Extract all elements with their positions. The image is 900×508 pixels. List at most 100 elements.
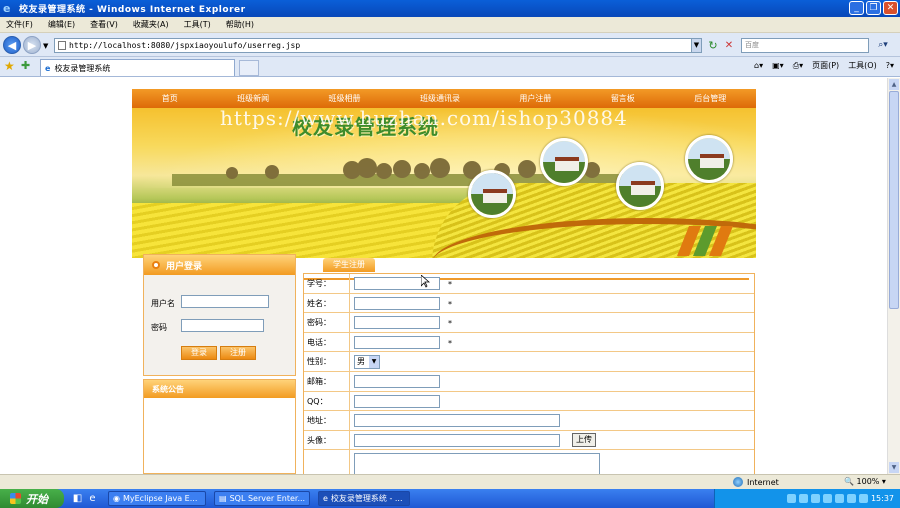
username-input[interactable] bbox=[181, 295, 269, 308]
email-input[interactable] bbox=[354, 374, 440, 388]
myeclipse-icon: ◉ bbox=[113, 494, 120, 503]
bullet-icon bbox=[152, 261, 160, 269]
back-button[interactable]: ◀ bbox=[3, 36, 21, 54]
qq-input[interactable] bbox=[354, 394, 440, 408]
upload-button[interactable]: 上传 bbox=[572, 432, 596, 447]
ie-quicklaunch-icon[interactable]: e bbox=[86, 492, 99, 505]
scroll-thumb[interactable] bbox=[889, 91, 899, 309]
zoom-level[interactable]: 🔍 100% ▾ bbox=[844, 477, 886, 486]
password-label: 密码： bbox=[304, 313, 350, 332]
register-form: 学号： * 姓名： * 密码： * 电话： * 性别： 男 ▼ 邮箱： QQ： … bbox=[303, 273, 755, 474]
minimize-button[interactable]: _ bbox=[849, 1, 864, 15]
scroll-up-icon[interactable]: ▲ bbox=[889, 79, 899, 90]
required-mark: * bbox=[448, 299, 452, 309]
address-label: 地址： bbox=[304, 411, 350, 430]
qq-label: QQ： bbox=[304, 391, 350, 411]
nav-class-news[interactable]: 班级新闻 bbox=[237, 93, 269, 104]
tray-antivirus-icon[interactable] bbox=[810, 494, 820, 503]
print-icon[interactable]: ⎙▾ bbox=[793, 61, 803, 71]
menu-edit[interactable]: 编辑(E) bbox=[48, 19, 75, 30]
add-favorite-icon[interactable]: ✚ bbox=[21, 59, 30, 72]
tools-menu[interactable]: 工具(O) bbox=[848, 60, 877, 71]
phone-input[interactable] bbox=[354, 335, 440, 349]
tray-volume-icon[interactable] bbox=[798, 494, 808, 503]
address-input[interactable]: http://localhost:8080/jspxiaoyoulufo/use… bbox=[54, 38, 702, 53]
address-dropdown-icon[interactable]: ▼ bbox=[691, 39, 701, 52]
stop-icon[interactable]: ✕ bbox=[722, 38, 736, 53]
window-title: 校友录管理系统 - Windows Internet Explorer bbox=[19, 5, 246, 15]
student-id-label: 学号： bbox=[304, 274, 350, 293]
menu-tools[interactable]: 工具(T) bbox=[184, 19, 211, 30]
search-icon[interactable]: ⌕▾ bbox=[872, 38, 894, 53]
photo-house-icon bbox=[540, 138, 588, 186]
tray-network-icon[interactable] bbox=[786, 494, 796, 503]
tab-current[interactable]: e 校友录管理系统 bbox=[40, 59, 235, 76]
help-icon[interactable]: ?▾ bbox=[886, 61, 894, 70]
required-mark: * bbox=[448, 338, 452, 348]
close-button[interactable]: ✕ bbox=[883, 1, 898, 15]
nav-class-album[interactable]: 班级相册 bbox=[329, 93, 361, 104]
page-menu[interactable]: 页面(P) bbox=[812, 60, 839, 71]
gender-select[interactable]: 男 ▼ bbox=[354, 355, 380, 370]
globe-icon bbox=[733, 477, 743, 487]
form-row-name: 姓名： * bbox=[304, 293, 754, 314]
avatar-path-input[interactable] bbox=[354, 433, 560, 447]
name-label: 姓名： bbox=[304, 293, 350, 313]
forward-button[interactable]: ▶ bbox=[23, 36, 41, 54]
password-input[interactable] bbox=[181, 319, 264, 332]
start-button[interactable]: 开始 bbox=[0, 489, 64, 508]
tray-security-icon[interactable] bbox=[846, 494, 856, 503]
taskbar-item-sqlserver[interactable]: ▤ SQL Server Enter... bbox=[214, 491, 310, 506]
taskbar-item-myeclipse[interactable]: ◉ MyEclipse Java E... bbox=[108, 491, 206, 506]
nav-class-contacts[interactable]: 班级通讯录 bbox=[420, 93, 460, 104]
name-input[interactable] bbox=[354, 296, 440, 310]
vertical-scrollbar[interactable]: ▲ ▼ bbox=[887, 78, 900, 474]
history-dropdown-icon[interactable]: ▼ bbox=[43, 42, 48, 50]
menu-favorites[interactable]: 收藏夹(A) bbox=[133, 19, 169, 30]
favorites-star-icon[interactable]: ★ bbox=[4, 59, 15, 73]
password-field[interactable] bbox=[354, 316, 440, 330]
login-panel: 用户登录 用户名 密码 登录 注册 bbox=[143, 254, 296, 376]
clock: 15:37 bbox=[870, 494, 894, 503]
mouse-cursor-icon bbox=[421, 275, 430, 288]
register-button[interactable]: 注册 bbox=[220, 346, 256, 360]
search-input[interactable]: 百度 bbox=[741, 38, 869, 53]
scroll-down-icon[interactable]: ▼ bbox=[889, 462, 899, 473]
new-tab-button[interactable] bbox=[239, 60, 259, 76]
refresh-icon[interactable]: ↻ bbox=[706, 38, 720, 53]
tray-update-icon[interactable] bbox=[858, 494, 868, 503]
system-tray: 15:37 bbox=[714, 489, 900, 508]
window-title-bar: e 校友录管理系统 - Windows Internet Explorer _ … bbox=[0, 0, 900, 17]
chevron-down-icon: ▼ bbox=[369, 356, 379, 369]
photo-building-icon bbox=[616, 162, 664, 210]
taskbar-item-ie[interactable]: e 校友录管理系统 - ... bbox=[318, 491, 410, 506]
tray-app-icon[interactable] bbox=[822, 494, 832, 503]
security-zone: Internet bbox=[733, 477, 779, 487]
notes-textarea[interactable] bbox=[354, 453, 600, 474]
email-label: 邮箱： bbox=[304, 371, 350, 391]
login-header: 用户登录 bbox=[144, 255, 295, 275]
notice-panel: 系统公告 bbox=[143, 379, 296, 474]
nav-home[interactable]: 首页 bbox=[162, 93, 178, 104]
tray-input-icon[interactable] bbox=[834, 494, 844, 503]
nav-message-board[interactable]: 留言板 bbox=[611, 93, 635, 104]
menu-help[interactable]: 帮助(H) bbox=[226, 19, 254, 30]
address-toolbar: ◀ ▶ ▼ http://localhost:8080/jspxiaoyoulu… bbox=[0, 33, 900, 57]
register-tab[interactable]: 学生注册 bbox=[323, 258, 375, 272]
feeds-icon[interactable]: ▣▾ bbox=[772, 61, 784, 70]
menu-file[interactable]: 文件(F) bbox=[6, 19, 33, 30]
show-desktop-icon[interactable]: ◧ bbox=[71, 492, 84, 505]
watermark-text: https://www.huzhan.com/ishop30884 bbox=[220, 108, 628, 130]
login-button[interactable]: 登录 bbox=[181, 346, 217, 360]
windows-logo-icon bbox=[10, 493, 21, 504]
ie-logo-icon: e bbox=[3, 1, 11, 15]
form-row-avatar: 头像： 上传 bbox=[304, 430, 754, 451]
address-field[interactable] bbox=[354, 414, 560, 428]
menu-view[interactable]: 查看(V) bbox=[90, 19, 118, 30]
home-icon[interactable]: ⌂▾ bbox=[754, 61, 763, 70]
nav-user-register[interactable]: 用户注册 bbox=[519, 93, 551, 104]
maximize-button[interactable]: ❐ bbox=[866, 1, 881, 15]
nav-admin[interactable]: 后台管理 bbox=[694, 93, 726, 104]
password-label: 密码 bbox=[151, 323, 167, 332]
tab-bar: ★ ✚ e 校友录管理系统 ⌂▾ ▣▾ ⎙▾ 页面(P) 工具(O) ?▾ bbox=[0, 57, 900, 77]
